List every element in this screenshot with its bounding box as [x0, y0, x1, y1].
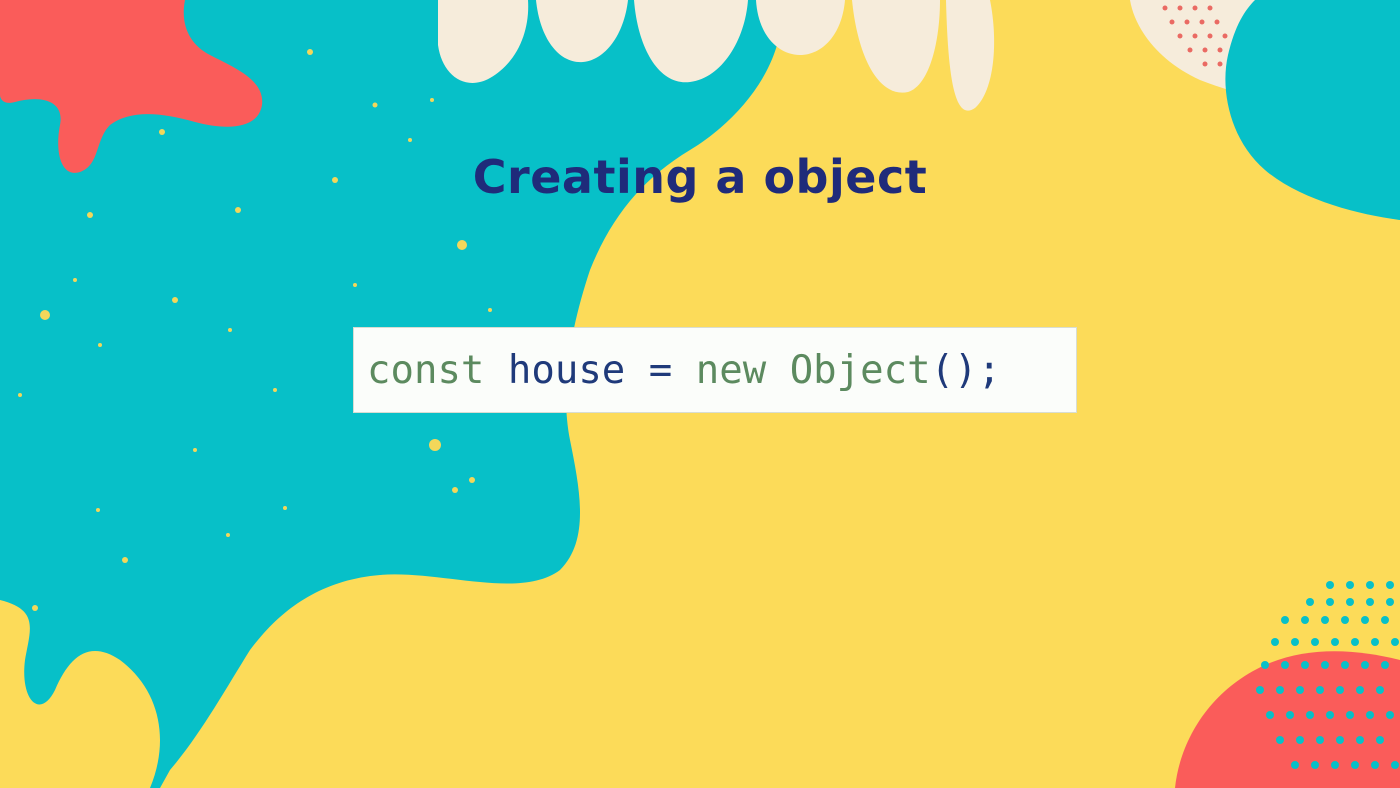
code-snippet: const house = new Object (); [353, 327, 1077, 413]
code-token-call: (); [930, 347, 1002, 393]
code-token-house: house [507, 347, 626, 393]
code-token-new: new [695, 347, 767, 393]
slide-title: Creating a object [472, 150, 928, 204]
code-token-const: const [367, 347, 485, 393]
code-token-equals: = [625, 347, 696, 393]
slide-canvas: Creating a object const house = new Obje… [0, 0, 1400, 788]
code-token-object: Object [789, 347, 931, 393]
